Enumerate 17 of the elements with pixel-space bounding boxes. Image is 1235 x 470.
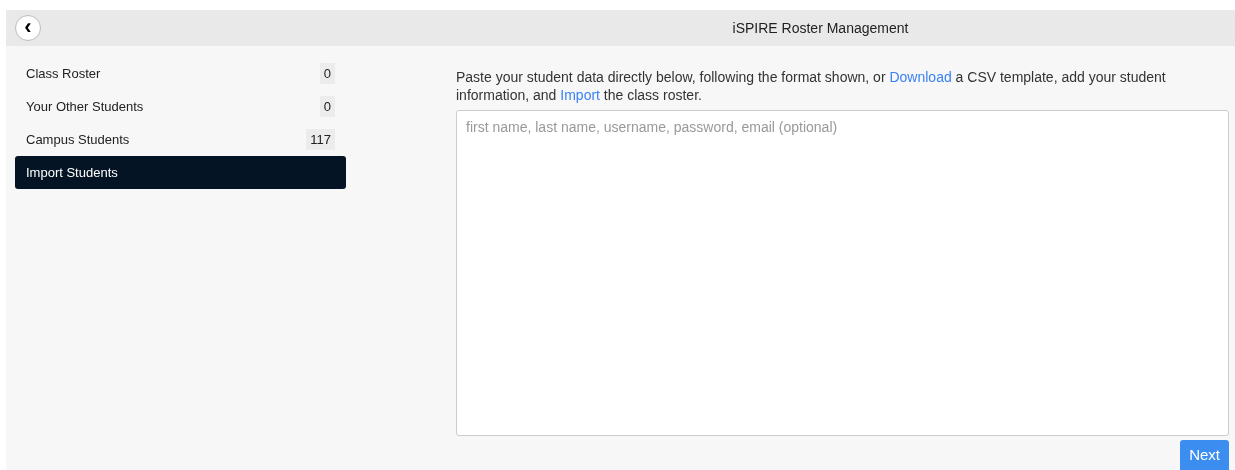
sidebar-item[interactable]: Your Other Students 0 — [15, 90, 346, 123]
student-data-field[interactable]: first name, last name, username, password, email (optional) — [456, 110, 1229, 436]
link[interactable]: Import — [560, 87, 600, 103]
instructions-text: Paste your student data directly below, following the format shown, or Download a CSV template, add your student information, and Import the class roster. — [456, 68, 1167, 104]
item-label: Campus Students — [26, 130, 130, 149]
count-badge: 117 — [306, 128, 335, 151]
sidebar-item[interactable]: Campus Students 117 — [15, 123, 346, 156]
count-badge: 0 — [319, 62, 335, 85]
count-badge: 0 — [319, 95, 335, 118]
sidebar-item[interactable]: Import Students — [15, 156, 346, 189]
back-button[interactable]: ‹ — [15, 15, 41, 41]
link[interactable]: Download — [889, 69, 952, 85]
page-title: iSPIRE Roster Management — [731, 18, 910, 38]
sidebar-item[interactable]: Class Roster 0 — [15, 57, 346, 90]
item-label: Your Other Students — [26, 97, 144, 116]
item-label: Class Roster — [26, 64, 101, 83]
item-label: Import Students — [26, 163, 118, 182]
